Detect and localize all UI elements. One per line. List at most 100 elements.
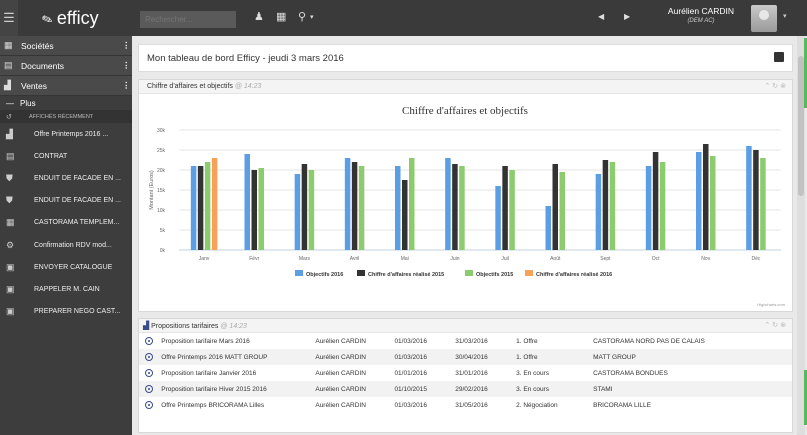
chevron-down-icon[interactable]: ▾ — [310, 13, 314, 21]
sidebar-item[interactable]: ▦ Sociétés ⋮ — [0, 36, 132, 56]
recent-item-label: PREPARER NEGO CAST... — [34, 308, 121, 316]
recent-item[interactable]: ▤ CONTRAT — [0, 145, 132, 167]
bar — [395, 166, 401, 250]
user-info[interactable]: Aurélien CARDIN (DEM AC) — [651, 6, 751, 24]
dashboard-settings-icon[interactable] — [774, 52, 784, 62]
proposals-table: Proposition tarifaire Mars 2016 Aurélien … — [139, 333, 792, 413]
collapse-icon[interactable]: ⌃ — [764, 322, 770, 329]
open-record-icon[interactable] — [145, 353, 153, 361]
table-cell[interactable]: Proposition tarifaire Mars 2016 — [157, 333, 311, 349]
recent-item-label: Offre Printemps 2016 ... — [34, 130, 109, 138]
forward-arrow-icon[interactable]: ▶ — [624, 12, 630, 21]
table-cell: 01/01/2016 — [394, 369, 427, 377]
table-row[interactable]: Proposition tarifaire Mars 2016 Aurélien … — [139, 333, 792, 349]
bar — [445, 158, 451, 250]
table-cell[interactable]: Offre Printemps BRICORAMA Lilles — [157, 397, 311, 413]
recent-item[interactable]: ⛊ ENDUIT DE FACADE EN ... — [0, 190, 132, 212]
recent-item-label: RAPPELER M. CAIN — [34, 285, 100, 293]
legend-label: Objectifs 2016 — [306, 272, 343, 278]
sidebar-item[interactable]: ▟ Ventes ⋮ — [0, 76, 132, 96]
table-row[interactable]: Proposition tarifaire Hiver 2015 2016 Aur… — [139, 381, 792, 397]
sidebar-item-label: Documents — [21, 60, 64, 71]
x-tick-label: Nov — [701, 256, 710, 262]
back-arrow-icon[interactable]: ◀ — [598, 12, 604, 21]
chart-icon: ▟ — [143, 321, 150, 330]
bar — [609, 162, 616, 250]
proposals-card: ▟ Propositions tarifaires @ 14:23 ⌃ ↻ ⊗ … — [138, 318, 793, 433]
table-cell: 31/01/2016 — [455, 369, 488, 377]
table-row[interactable]: Offre Printemps 2016 MATT GROUP Aurélien … — [139, 349, 792, 365]
table-row[interactable]: Proposition tarifaire Janvier 2016 Auréli… — [139, 365, 792, 381]
user-icon[interactable]: ♟ — [254, 10, 264, 23]
open-record-icon[interactable] — [145, 385, 153, 393]
network-icon: ⚙ — [6, 239, 15, 250]
user-subtitle: (DEM AC) — [687, 18, 715, 24]
recent-item[interactable]: ▣ PREPARER NEGO CAST... — [0, 301, 132, 323]
refresh-icon[interactable]: ↻ — [772, 322, 778, 329]
top-bar: ☰ ✎efficy ♟ ▦ ⚲ ▾ ◀ ▶ Aurélien CARDIN (D… — [0, 0, 807, 36]
close-icon[interactable]: ⊗ — [780, 322, 786, 329]
table-cell[interactable]: Offre Printemps 2016 MATT GROUP — [157, 349, 312, 365]
more-icon[interactable]: ⋮ — [122, 40, 132, 51]
recent-item-label: Confirmation RDV mod... — [34, 241, 112, 249]
x-tick-label: Janv — [199, 256, 210, 262]
menu-icon[interactable]: ☰ — [0, 0, 18, 36]
avatar[interactable] — [751, 5, 777, 32]
x-tick-label: Mai — [401, 256, 409, 262]
building-icon[interactable]: ▦ — [276, 10, 286, 23]
page-title: Mon tableau de bord Efficy - jeudi 3 mar… — [147, 53, 344, 64]
sidebar-item-label: Ventes — [21, 80, 47, 91]
cart-icon: ⛊ — [6, 195, 13, 206]
table-cell: 2. Négociation — [516, 401, 558, 409]
recent-item[interactable]: ▣ ENVOYER CATALOGUE — [0, 256, 132, 278]
calendar-icon: ▣ — [6, 261, 15, 272]
search-icon[interactable]: ⚲ — [298, 10, 306, 23]
bar — [211, 158, 218, 250]
y-tick-label: 15k — [157, 188, 166, 194]
card-controls: ⌃ ↻ ⊗ — [764, 319, 786, 333]
search-input[interactable] — [140, 11, 236, 28]
user-name: Aurélien CARDIN — [667, 6, 735, 16]
x-tick-label: Mars — [299, 256, 311, 262]
bar — [294, 174, 301, 250]
recent-item[interactable]: ⛊ ENDUIT DE FACADE EN ... — [0, 167, 132, 189]
recent-item[interactable]: ⚙ Confirmation RDV mod... — [0, 234, 132, 256]
legend-swatch — [357, 270, 365, 276]
bar — [746, 146, 752, 250]
recent-item[interactable]: ▣ RAPPELER M. CAIN — [0, 278, 132, 300]
sidebar-plus[interactable]: — Plus — [0, 96, 132, 110]
recent-item[interactable]: ▟ Offre Printemps 2016 ... — [0, 123, 132, 145]
table-row[interactable]: Offre Printemps BRICORAMA Lilles Aurélien… — [139, 397, 792, 413]
x-tick-label: Oct — [652, 256, 660, 262]
open-record-icon[interactable] — [145, 337, 153, 345]
sidebar-item[interactable]: ▤ Documents ⋮ — [0, 56, 132, 76]
y-tick-label: 0k — [160, 248, 166, 254]
app-logo[interactable]: ✎ efficy — [40, 8, 99, 28]
table-cell[interactable]: Proposition tarifaire Janvier 2016 — [157, 365, 311, 381]
bar — [495, 186, 501, 250]
bar-chart: Chiffre d'affaires et objectifs 0k 5k 10k 15… — [149, 105, 786, 307]
bar — [602, 160, 609, 250]
bar — [502, 166, 508, 250]
table-cell: 3. En cours — [516, 369, 549, 377]
open-record-icon[interactable] — [145, 401, 153, 409]
sidebar: ▦ Sociétés ⋮ ▤ Documents ⋮ ▟ Ventes ⋮ — Pl… — [0, 36, 132, 435]
chevron-down-icon[interactable]: ▾ — [783, 12, 787, 20]
recent-item[interactable]: ▦ CASTORAMA TEMPLEM... — [0, 212, 132, 234]
refresh-icon[interactable]: ↻ — [772, 83, 778, 90]
calendar-icon: ▣ — [6, 306, 15, 317]
collapse-icon[interactable]: ⌃ — [764, 83, 770, 90]
table-cell[interactable]: Proposition tarifaire Hiver 2015 2016 — [157, 381, 312, 397]
more-icon[interactable]: ⋮ — [122, 80, 132, 91]
recent-item-label: CONTRAT — [34, 152, 68, 160]
close-icon[interactable]: ⊗ — [780, 83, 786, 90]
more-icon[interactable]: ⋮ — [122, 60, 132, 71]
table-cell: CASTORAMA BONDUES — [593, 369, 668, 377]
bar — [344, 158, 351, 250]
y-axis-title: Montant (Euros) — [149, 170, 155, 210]
table-cell: 01/10/2015 — [390, 381, 452, 397]
document-icon: ▤ — [6, 150, 15, 161]
bar — [402, 180, 408, 250]
open-record-icon[interactable] — [145, 369, 153, 377]
chart-card: Chiffre d'affaires et objectifs @ 14:23 … — [138, 79, 793, 312]
